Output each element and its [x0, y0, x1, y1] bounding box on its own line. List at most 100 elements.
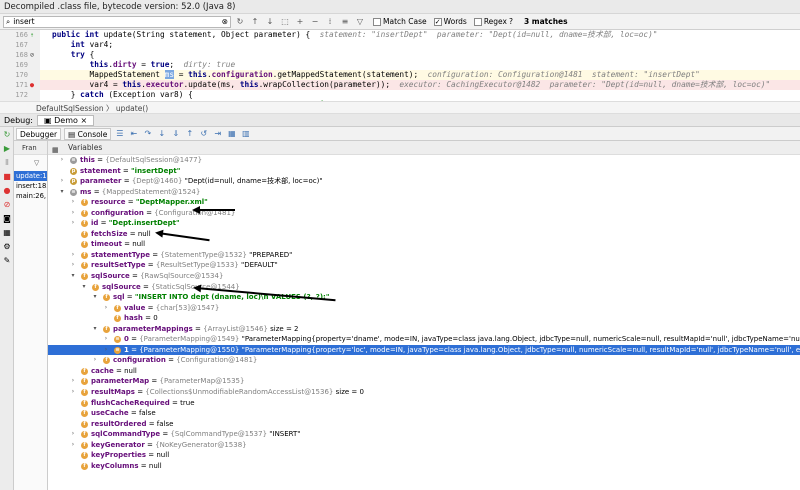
next-match-icon[interactable]: ↓: [264, 16, 276, 28]
chevron-right-icon[interactable]: ›: [102, 345, 110, 356]
variable-row[interactable]: › ≡ 0 = {ParameterMapping@1549} "Parameter…: [48, 334, 800, 345]
select-all-icon[interactable]: ⁞: [324, 16, 336, 28]
chevron-right-icon[interactable]: ›: [102, 303, 110, 314]
variable-row[interactable]: ▾ ≡ ms = {MappedStatement@1524}: [48, 187, 800, 198]
tab-console[interactable]: ▤ Console: [64, 127, 112, 140]
run-to-cursor-icon[interactable]: ⇥: [212, 128, 223, 139]
tab-demo[interactable]: ▣ Demo ×: [37, 114, 95, 126]
code-line[interactable]: 167 int var4;: [0, 40, 800, 50]
frame-item[interactable]: insert:185: [14, 181, 47, 191]
variable-row[interactable]: › f sqlCommandType = {SqlCommandType@1537}…: [48, 429, 800, 440]
variable-row[interactable]: ›fconfiguration = {Configuration@1481}: [48, 355, 800, 366]
variable-row[interactable]: › f resultSetType = {ResultSetType@1533} "…: [48, 260, 800, 271]
show-execution-point-icon[interactable]: ⇤: [128, 128, 139, 139]
rerun-icon[interactable]: ↻: [0, 127, 14, 141]
step-out-icon[interactable]: ↑: [184, 128, 195, 139]
code-line[interactable]: 170 MappedStatement ms = this.configurat…: [0, 70, 800, 80]
chevron-right-icon[interactable]: ›: [69, 197, 77, 208]
variable-row[interactable]: f useCache = false: [48, 408, 800, 419]
variable-row[interactable]: › ≡ 1 = {ParameterMapping@1550} "Parameter…: [48, 344, 800, 356]
mute-breakpoints-icon[interactable]: ⊘: [0, 197, 14, 211]
code-line[interactable]: 172 } catch (Exception var8) {: [0, 90, 800, 100]
camera-icon[interactable]: ◙: [0, 211, 14, 225]
words-checkbox[interactable]: ✓ Words: [433, 17, 467, 26]
variable-row[interactable]: › f id = "Dept.insertDept": [48, 218, 800, 229]
step-into-icon[interactable]: ↓: [156, 128, 167, 139]
frame-item[interactable]: main:26, I: [14, 191, 47, 201]
chevron-right-icon[interactable]: ›: [69, 440, 77, 451]
code-line[interactable]: 169 this.dirty = true; dirty: true: [0, 60, 800, 70]
stop-icon[interactable]: ■: [0, 169, 14, 183]
variable-row[interactable]: › p parameter = {Dept@1460} "Dept(id=null,…: [48, 176, 800, 187]
toggle-regex-icon[interactable]: ≡: [339, 16, 351, 28]
pin-icon[interactable]: ✎: [0, 253, 14, 267]
settings-icon[interactable]: ⚙: [0, 239, 14, 253]
code-line[interactable]: 171 ● var4 = this.executor.update(ms, thi…: [0, 80, 800, 90]
remove-occurrence-icon[interactable]: −: [309, 16, 321, 28]
green-arrow-icon[interactable]: ⇡: [28, 31, 36, 39]
menu-icon[interactable]: ☰: [114, 128, 125, 139]
code-line[interactable]: 168 ⊘ try {: [0, 50, 800, 60]
force-step-into-icon[interactable]: ⇓: [170, 128, 181, 139]
chevron-right-icon[interactable]: ›: [58, 155, 66, 166]
code-line[interactable]: 166 ⇡ public int update(String statement, …: [0, 30, 800, 40]
chevron-right-icon[interactable]: ›: [102, 334, 110, 345]
columns-icon[interactable]: ▥: [240, 128, 251, 139]
variable-row[interactable]: f hash = 0: [48, 313, 800, 324]
variable-row[interactable]: f cache = null: [48, 366, 800, 377]
variable-row[interactable]: › f parameterMap = {ParameterMap@1535}: [48, 376, 800, 387]
chevron-down-icon[interactable]: ▾: [80, 282, 88, 293]
prev-match-icon[interactable]: ↑: [249, 16, 261, 28]
chevron-right-icon[interactable]: ›: [69, 208, 77, 219]
chevron-right-icon[interactable]: ›: [69, 250, 77, 261]
chevron-down-icon[interactable]: ▾: [58, 187, 66, 198]
history-icon[interactable]: ↻: [234, 16, 246, 28]
view-breakpoints-icon[interactable]: ●: [0, 183, 14, 197]
chevron-right-icon[interactable]: ›: [69, 387, 77, 398]
chevron-right-icon[interactable]: ›: [69, 429, 77, 440]
variable-row[interactable]: ▾ f sql = "INSERT INTO dept (dname, loc)\n…: [48, 292, 800, 303]
evaluate-icon[interactable]: ▦: [226, 128, 237, 139]
thread-filter-icon[interactable]: ▽: [14, 155, 47, 171]
chevron-down-icon[interactable]: ▾: [69, 271, 77, 282]
variable-row[interactable]: f keyColumns = null: [48, 461, 800, 472]
variable-row[interactable]: › f keyGenerator = {NoKeyGenerator@1538}: [48, 440, 800, 451]
regex-checkbox[interactable]: Regex ?: [473, 17, 513, 26]
variable-row[interactable]: f timeout = null: [48, 239, 800, 250]
chevron-right-icon[interactable]: ›: [58, 176, 66, 187]
variable-row[interactable]: › ≡ this = {DefaultSqlSession@1477}: [48, 155, 800, 166]
drop-frame-icon[interactable]: ↺: [198, 128, 209, 139]
variable-row[interactable]: ›fconfiguration = {Configuration@1481}: [48, 208, 800, 219]
match-case-checkbox[interactable]: Match Case: [373, 17, 427, 26]
code-editor[interactable]: 166 ⇡ public int update(String statement, …: [0, 30, 800, 110]
filter-icon[interactable]: ▽: [354, 16, 366, 28]
chevron-right-icon[interactable]: ›: [69, 218, 77, 229]
breadcrumb[interactable]: DefaultSqlSession 〉 update(): [0, 101, 800, 114]
resume-icon[interactable]: ▶: [0, 141, 14, 155]
add-occurrence-icon[interactable]: +: [294, 16, 306, 28]
frame-item[interactable]: update:1: [14, 171, 47, 181]
pause-icon[interactable]: Ⅱ: [0, 155, 14, 169]
step-over-icon[interactable]: ↷: [142, 128, 153, 139]
tab-debugger[interactable]: Debugger: [16, 127, 62, 140]
variable-row[interactable]: ▾ f parameterMappings = {ArrayList@1546} s…: [48, 324, 800, 335]
variable-row[interactable]: › f statementType = {StatementType@1532} "…: [48, 250, 800, 261]
variable-row[interactable]: p statement = "insertDept": [48, 166, 800, 177]
search-input[interactable]: ⌕ insert ⊗: [3, 15, 231, 28]
find-all-icon[interactable]: ⬚: [279, 16, 291, 28]
variable-row[interactable]: f keyProperties = null: [48, 450, 800, 461]
variable-row[interactable]: › f resource = "DeptMapper.xml": [48, 197, 800, 208]
variable-row[interactable]: f resultOrdered = false: [48, 419, 800, 430]
layout-icon[interactable]: ▦: [0, 225, 14, 239]
chevron-down-icon[interactable]: ▾: [91, 292, 99, 303]
variable-row[interactable]: › f value = {char[53]@1547}: [48, 303, 800, 314]
chevron-down-icon[interactable]: ▾: [91, 324, 99, 335]
variable-row[interactable]: › f resultMaps = {Collections$Unmodifiable…: [48, 387, 800, 398]
variable-row[interactable]: ▾ f sqlSource = {RawSqlSource@1534}: [48, 271, 800, 282]
no-entry-icon[interactable]: ⊘: [28, 51, 36, 59]
clear-icon[interactable]: ⊗: [222, 17, 228, 26]
chevron-right-icon[interactable]: ›: [69, 260, 77, 271]
chevron-right-icon[interactable]: ›: [69, 376, 77, 387]
breakpoint-icon[interactable]: ●: [28, 81, 36, 89]
variable-row[interactable]: ▾fsqlSource = {StaticSqlSource@1544}: [48, 282, 800, 293]
